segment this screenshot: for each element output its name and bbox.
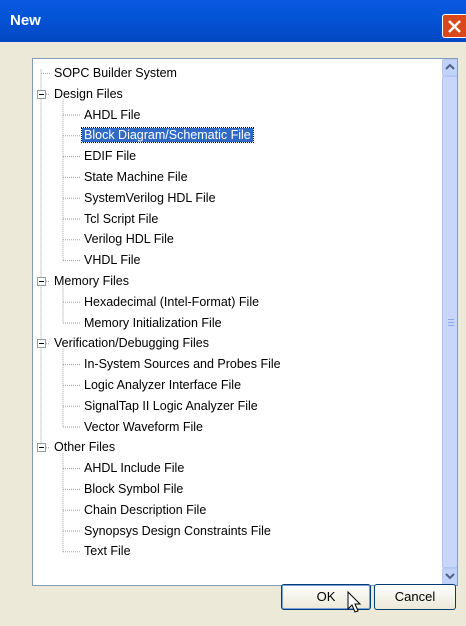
tree-item-label: Block Symbol File (84, 482, 184, 496)
title-bar[interactable]: New (0, 0, 466, 42)
tree-item-label: Synopsys Design Constraints File (84, 523, 271, 538)
tree-item-label: AHDL Include File (84, 461, 185, 476)
chevron-down-icon (445, 573, 455, 580)
tree-item-label: SignalTap II Logic Analyzer File (84, 398, 258, 413)
tree-item-label: Design Files (54, 86, 123, 101)
tree-item[interactable]: AHDL File (82, 105, 143, 125)
tree-item-label: Verilog HDL File (84, 232, 174, 247)
collapse-toggle-icon[interactable] (37, 276, 46, 286)
tree-item-label: Vector Waveform File (84, 419, 204, 434)
tree-item[interactable]: Hexadecimal (Intel-Format) File (82, 292, 261, 312)
tree-item[interactable]: SystemVerilog HDL File (82, 188, 218, 208)
tree-item-label: SystemVerilog HDL File (84, 190, 216, 205)
close-icon (448, 20, 461, 33)
grip-line (448, 322, 454, 323)
cancel-button[interactable]: Cancel (374, 584, 456, 610)
tree-item-label: Memory Files (54, 274, 130, 288)
tree-group-item[interactable]: Other Files (52, 437, 117, 457)
tree-item[interactable]: Vector Waveform File (82, 417, 205, 437)
vertical-scrollbar[interactable] (442, 59, 457, 585)
tree-item[interactable]: AHDL Include File (82, 458, 186, 478)
collapse-toggle-icon[interactable] (37, 339, 46, 349)
tree-item[interactable]: EDIF File (82, 146, 138, 166)
tree-group-item[interactable]: Verification/Debugging Files (52, 333, 211, 353)
tree-item-label: VHDL File (84, 253, 141, 268)
scroll-up-button[interactable] (442, 59, 457, 76)
tree-item[interactable]: Block Diagram/Schematic File (81, 125, 254, 145)
tree-item-label: In-System Sources and Probes File (84, 357, 281, 372)
grip-line (448, 325, 454, 326)
tree-item-label: Tcl Script File (84, 211, 159, 226)
tree-item-label: Text File (84, 544, 131, 559)
tree-item[interactable]: State Machine File (82, 167, 190, 187)
tree-item-label: Other Files (54, 440, 116, 455)
collapse-toggle-icon[interactable] (37, 89, 46, 99)
tree-group-item[interactable]: Memory Files (52, 271, 131, 291)
chevron-up-icon (445, 63, 455, 70)
tree-item-label: AHDL File (84, 107, 141, 122)
mouse-cursor-icon (347, 591, 362, 613)
tree-item[interactable]: SOPC Builder System (52, 63, 179, 83)
scrollbar-thumb[interactable] (442, 76, 457, 568)
tree-item-label: Hexadecimal (Intel-Format) File (84, 294, 260, 309)
tree-item[interactable]: In-System Sources and Probes File (82, 354, 283, 374)
tree-item[interactable]: Verilog HDL File (82, 229, 176, 249)
tree-item[interactable]: Memory Initialization File (82, 313, 224, 333)
tree-item[interactable]: Synopsys Design Constraints File (82, 521, 273, 541)
grip-line (448, 319, 454, 320)
file-type-tree[interactable]: SOPC Builder System Design Files AHDL File… (32, 58, 458, 586)
tree-item[interactable]: Logic Analyzer Interface File (82, 375, 243, 395)
tree-item[interactable]: VHDL File (82, 250, 143, 270)
window-title: New (10, 12, 41, 29)
tree-item-label: Chain Description File (84, 502, 207, 517)
tree-item-label: State Machine File (84, 170, 188, 184)
tree-item-label: Memory Initialization File (84, 315, 222, 330)
tree-group-item[interactable]: Design Files (52, 84, 125, 104)
scroll-down-button[interactable] (442, 568, 457, 585)
close-button[interactable] (442, 14, 466, 38)
collapse-toggle-icon[interactable] (37, 443, 46, 453)
tree-item[interactable]: SignalTap II Logic Analyzer File (82, 396, 260, 416)
tree-item[interactable]: Tcl Script File (82, 209, 160, 229)
tree-item-label: Block Diagram/Schematic File (81, 127, 254, 144)
tree-item-label: SOPC Builder System (54, 66, 177, 80)
tree-item[interactable]: Block Symbol File (82, 479, 185, 499)
tree-item[interactable]: Text File (82, 541, 133, 561)
tree-item-label: Logic Analyzer Interface File (84, 378, 242, 392)
tree-item[interactable]: Chain Description File (82, 500, 208, 520)
tree-item-label: Verification/Debugging Files (54, 336, 209, 351)
tree-item-label: EDIF File (84, 149, 137, 164)
